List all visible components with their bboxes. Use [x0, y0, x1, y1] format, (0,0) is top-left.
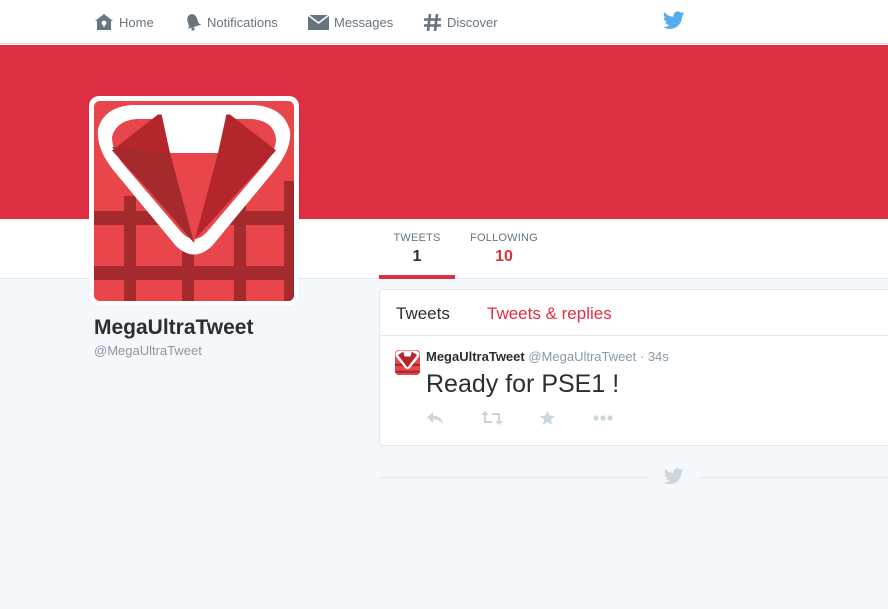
stat-following[interactable]: FOLLOWING 10: [466, 219, 542, 279]
favorite-button[interactable]: [539, 410, 556, 431]
timeline-end-divider: [699, 477, 888, 478]
profile-name[interactable]: MegaUltraTweet: [94, 316, 253, 340]
timeline-end-marker: [663, 468, 684, 490]
profile-avatar[interactable]: [89, 96, 299, 306]
avatar-image: [94, 101, 294, 301]
tweet-author-handle[interactable]: @MegaUltraTweet: [528, 349, 636, 364]
tweet-author-name[interactable]: MegaUltraTweet: [426, 349, 525, 364]
ruby-gem-logo: [395, 350, 420, 375]
nav-home-label: Home: [119, 14, 154, 30]
twitter-logo[interactable]: [662, 11, 685, 35]
stat-following-label: FOLLOWING: [470, 232, 538, 244]
hashtag-icon: [424, 13, 441, 31]
nav-home[interactable]: Home: [94, 0, 154, 44]
reply-icon: [427, 412, 443, 424]
nav-discover[interactable]: Discover: [423, 0, 498, 44]
nav-messages-label: Messages: [334, 14, 394, 30]
stat-following-value: 10: [495, 248, 513, 265]
timeline-end-divider: [379, 477, 649, 478]
home-icon: [95, 14, 113, 30]
bell-icon: [187, 14, 202, 31]
stat-tweets-value: 1: [412, 248, 422, 265]
tweet-header: MegaUltraTweet @MegaUltraTweet · 34s: [426, 349, 669, 364]
tweet-item[interactable]: MegaUltraTweet @MegaUltraTweet · 34s Rea…: [380, 336, 888, 446]
twitter-bird-icon: [662, 11, 685, 29]
stat-tweets[interactable]: TWEETS 1: [379, 219, 455, 279]
nav-notifications-label: Notifications: [207, 14, 278, 30]
profile-handle[interactable]: @MegaUltraTweet: [94, 343, 202, 358]
retweet-icon: [481, 411, 503, 425]
tweet-separator: ·: [639, 349, 645, 364]
tab-tweets-and-replies[interactable]: Tweets & replies: [487, 304, 612, 324]
ruby-gem-logo: [94, 101, 294, 301]
tweet-timestamp[interactable]: 34s: [648, 349, 669, 364]
more-icon: [593, 415, 613, 421]
timeline-tabs: Tweets Tweets & replies: [380, 290, 888, 336]
favorite-icon: [539, 410, 556, 425]
retweet-button[interactable]: [481, 410, 503, 431]
stat-tweets-label: TWEETS: [393, 232, 441, 244]
timeline: Tweets Tweets & replies MegaUltraTweet @…: [379, 289, 888, 446]
more-button[interactable]: [593, 410, 613, 431]
tweet-text: Ready for PSE1 !: [426, 370, 620, 398]
tweet-avatar[interactable]: [395, 350, 420, 375]
reply-button[interactable]: [426, 410, 444, 431]
nav-notifications[interactable]: Notifications: [184, 0, 278, 44]
nav-messages[interactable]: Messages: [308, 0, 393, 44]
top-navigation: Home Notifications Messages Discover: [0, 0, 888, 44]
envelope-icon: [308, 13, 329, 30]
nav-discover-label: Discover: [447, 14, 498, 30]
twitter-bird-icon: [663, 468, 684, 485]
tab-tweets[interactable]: Tweets: [396, 304, 450, 324]
